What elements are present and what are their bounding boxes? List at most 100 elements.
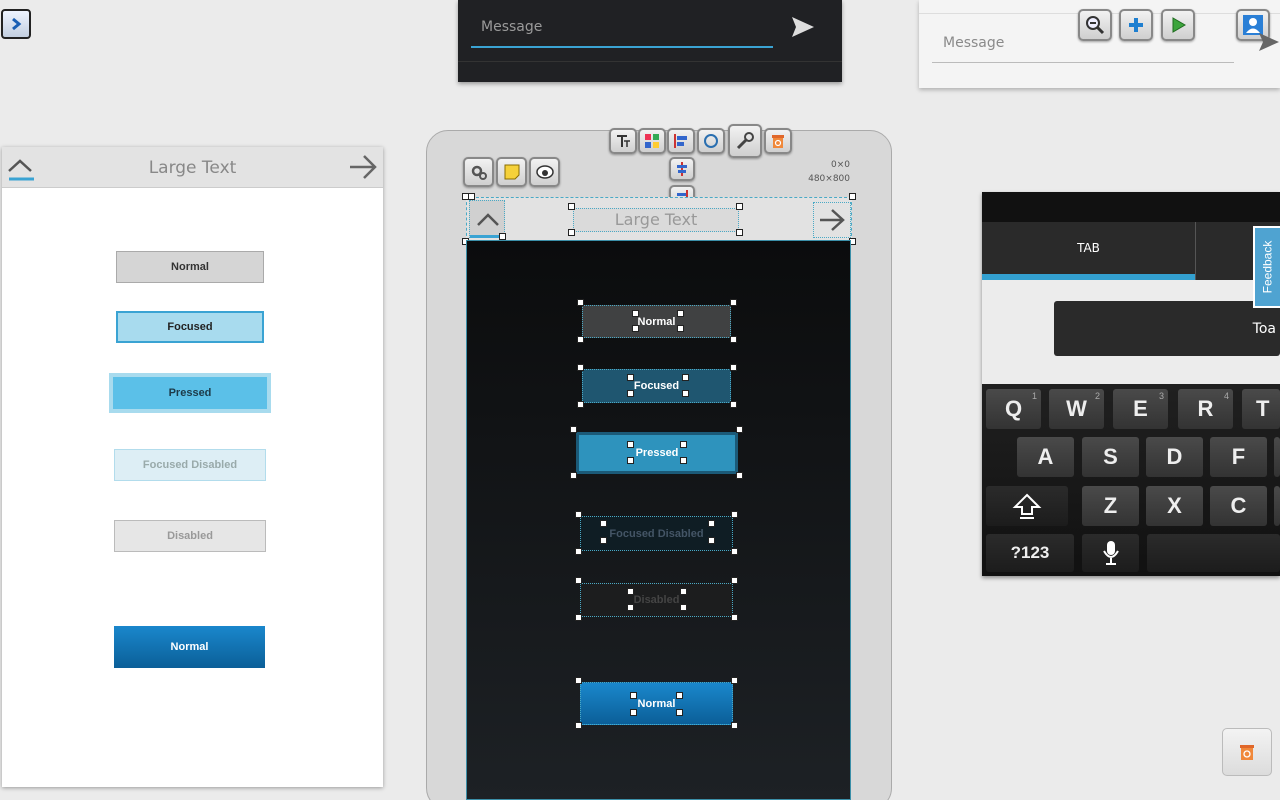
selection-handle[interactable] [731, 614, 738, 621]
selection-handle[interactable] [708, 537, 715, 544]
key-partial[interactable] [1274, 486, 1280, 526]
selection-handle[interactable] [677, 325, 684, 332]
message-input[interactable]: Message [471, 12, 773, 48]
selection-handle[interactable] [627, 604, 634, 611]
settings-tool-button[interactable] [728, 124, 762, 158]
selection-handle[interactable] [730, 364, 737, 371]
pressed-button[interactable]: Pressed [109, 373, 271, 413]
selection-handle[interactable] [575, 677, 582, 684]
selection-handle[interactable] [736, 203, 743, 210]
selection-handle[interactable] [568, 203, 575, 210]
selection-handle[interactable] [570, 426, 577, 433]
selection-handle[interactable] [600, 537, 607, 544]
selection-handle[interactable] [630, 709, 637, 716]
selection-handle[interactable] [676, 692, 683, 699]
zoom-out-button[interactable] [1078, 9, 1112, 41]
key-partial[interactable] [1274, 437, 1280, 477]
selection-handle[interactable] [632, 310, 639, 317]
page-title[interactable]: Large Text [573, 208, 739, 232]
shift-key[interactable] [986, 486, 1068, 526]
key-q[interactable]: Q1 [986, 389, 1041, 429]
add-button[interactable] [1119, 9, 1153, 41]
selection-handle[interactable] [627, 441, 634, 448]
selection-handle[interactable] [676, 709, 683, 716]
selection-handle[interactable] [575, 614, 582, 621]
selection-handle[interactable] [468, 193, 475, 200]
selection-handle[interactable] [680, 457, 687, 464]
selection-handle[interactable] [632, 325, 639, 332]
selection-handle[interactable] [730, 336, 737, 343]
selection-handle[interactable] [730, 401, 737, 408]
key-f[interactable]: F [1210, 437, 1267, 477]
tab-item[interactable]: TAB [982, 222, 1195, 280]
arrow-right-icon[interactable] [348, 153, 378, 181]
note-button[interactable] [496, 157, 527, 187]
expand-panel-button[interactable] [1, 9, 31, 39]
key-x[interactable]: X [1146, 486, 1203, 526]
theme-button[interactable] [529, 157, 560, 187]
selection-handle[interactable] [736, 229, 743, 236]
key-w[interactable]: W2 [1049, 389, 1104, 429]
text-tool-button[interactable] [609, 128, 637, 154]
normal-button[interactable]: Normal [582, 305, 731, 338]
key-a[interactable]: A [1017, 437, 1074, 477]
selection-handle[interactable] [568, 229, 575, 236]
selection-handle[interactable] [730, 299, 737, 306]
align-center-h-button[interactable] [669, 157, 695, 181]
phone-action-bar[interactable]: Large Text [466, 197, 852, 241]
selection-handle[interactable] [499, 233, 506, 240]
disabled-button[interactable]: Disabled [114, 520, 266, 552]
focused-button[interactable]: Focused [116, 311, 264, 343]
selection-handle[interactable] [849, 193, 856, 200]
selection-handle[interactable] [627, 588, 634, 595]
selection-handle[interactable] [627, 457, 634, 464]
selection-handle[interactable] [731, 677, 738, 684]
selection-handle[interactable] [575, 511, 582, 518]
key-z[interactable]: Z [1082, 486, 1139, 526]
selection-handle[interactable] [682, 390, 689, 397]
selection-handle[interactable] [630, 692, 637, 699]
send-icon[interactable] [1257, 30, 1280, 54]
delete-tool-button[interactable] [764, 128, 792, 154]
focused-button[interactable]: Focused [582, 369, 731, 403]
selection-handle[interactable] [577, 336, 584, 343]
selection-handle[interactable] [575, 548, 582, 555]
selection-handle[interactable] [680, 604, 687, 611]
focused-disabled-button[interactable]: Focused Disabled [114, 449, 266, 481]
key-r[interactable]: R4 [1178, 389, 1233, 429]
trash-button[interactable] [1222, 728, 1272, 776]
gears-button[interactable] [463, 157, 494, 187]
holo-normal-button[interactable]: Normal [580, 682, 733, 725]
normal-button[interactable]: Normal [116, 251, 264, 283]
disabled-button[interactable]: Disabled [580, 583, 733, 617]
key-d[interactable]: D [1146, 437, 1203, 477]
selection-handle[interactable] [731, 577, 738, 584]
selection-handle[interactable] [627, 374, 634, 381]
selection-handle[interactable] [677, 310, 684, 317]
voice-key[interactable] [1082, 534, 1139, 572]
selection-handle[interactable] [575, 577, 582, 584]
selection-handle[interactable] [627, 390, 634, 397]
send-icon[interactable] [790, 14, 816, 40]
feedback-tab[interactable]: Feedback [1253, 226, 1280, 308]
selection-handle[interactable] [600, 520, 607, 527]
selection-handle[interactable] [577, 364, 584, 371]
play-button[interactable] [1161, 9, 1195, 41]
selection-handle[interactable] [680, 441, 687, 448]
key-c[interactable]: C [1210, 486, 1267, 526]
selection-handle[interactable] [570, 472, 577, 479]
key-e[interactable]: E3 [1113, 389, 1168, 429]
symbols-key[interactable]: ?123 [986, 534, 1074, 572]
forward-selection[interactable] [813, 202, 851, 238]
selection-handle[interactable] [736, 426, 743, 433]
selection-handle[interactable] [577, 299, 584, 306]
grid-tool-button[interactable] [638, 128, 666, 154]
align-left-button[interactable] [667, 128, 695, 154]
holo-normal-button[interactable]: Normal [114, 626, 265, 668]
selection-handle[interactable] [682, 374, 689, 381]
selection-handle[interactable] [731, 722, 738, 729]
selection-handle[interactable] [708, 520, 715, 527]
circle-tool-button[interactable] [697, 128, 725, 154]
pressed-button[interactable]: Pressed [576, 432, 738, 474]
space-key[interactable] [1147, 534, 1280, 572]
